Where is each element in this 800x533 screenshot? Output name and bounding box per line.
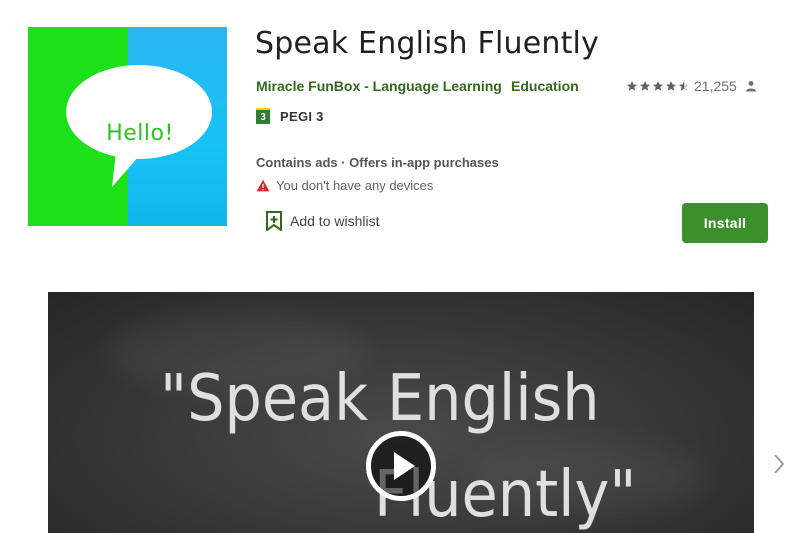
app-icon-text: Hello! xyxy=(106,121,174,146)
app-icon: Hello! xyxy=(28,27,227,226)
play-icon xyxy=(394,452,415,480)
pegi-label: PEGI 3 xyxy=(280,108,324,124)
device-warning: You don't have any devices xyxy=(256,178,433,193)
star-icon xyxy=(666,81,676,91)
star-icon xyxy=(640,81,650,91)
rating-count: 21,255 xyxy=(694,78,737,94)
play-button[interactable] xyxy=(366,431,436,501)
half-star-icon xyxy=(679,81,689,91)
rating-stars xyxy=(626,80,690,92)
star-icon xyxy=(653,81,663,91)
contains-ads-notice: Contains ads · Offers in-app purchases xyxy=(256,155,499,170)
rating: 21,255 xyxy=(626,78,757,94)
pegi-rating: 3 PEGI 3 xyxy=(256,108,324,124)
pegi-badge-icon: 3 xyxy=(256,108,270,124)
category-link[interactable]: Education xyxy=(511,78,579,94)
promo-video[interactable]: "Speak English Fluently" xyxy=(48,292,754,533)
install-button[interactable]: Install xyxy=(682,203,768,243)
wishlist-label: Add to wishlist xyxy=(290,213,380,229)
chevron-right-icon[interactable] xyxy=(771,452,787,476)
person-icon xyxy=(745,81,756,92)
warning-icon xyxy=(256,179,270,192)
wishlist-icon xyxy=(266,211,282,231)
star-icon xyxy=(627,81,637,91)
app-title: Speak English Fluently xyxy=(255,26,600,61)
developer-link[interactable]: Miracle FunBox - Language Learning xyxy=(256,78,502,94)
add-to-wishlist-button[interactable]: Add to wishlist xyxy=(266,211,379,231)
video-text-line1: "Speak English xyxy=(160,362,600,436)
device-warning-text: You don't have any devices xyxy=(276,178,434,193)
